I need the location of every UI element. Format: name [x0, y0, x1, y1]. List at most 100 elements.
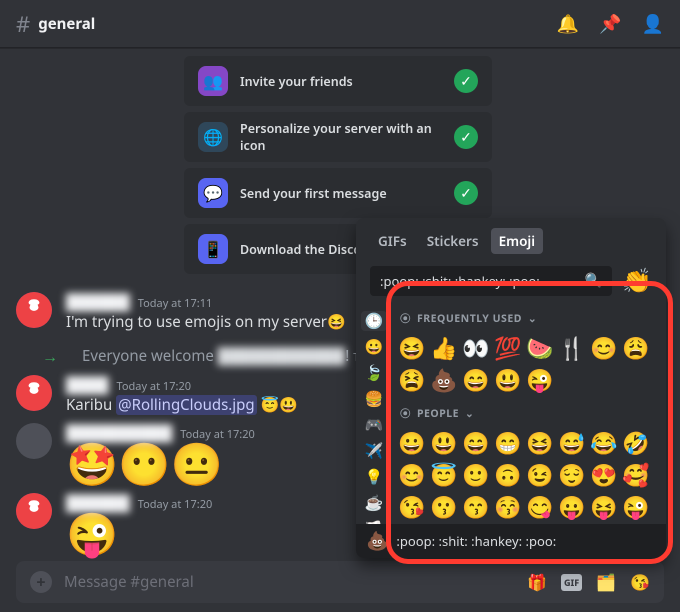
picker-category[interactable]: 🎮	[361, 415, 387, 435]
picker-tab-emoji[interactable]: Emoji	[491, 228, 543, 254]
check-icon: ✓	[454, 181, 478, 205]
mention[interactable]: @RollingClouds.jpg	[116, 395, 256, 415]
picker-category[interactable]: 💡	[361, 467, 387, 487]
onboarding-icon: 📱	[198, 234, 228, 264]
onboarding-label: Send your first message	[240, 185, 442, 202]
emoji-option[interactable]: 😆	[524, 427, 556, 459]
attach-icon[interactable]: +	[30, 571, 52, 593]
emoji-option[interactable]: 😃	[428, 427, 460, 459]
picker-category[interactable]: 🍔	[361, 389, 387, 409]
onboarding-icon: 💬	[198, 178, 228, 208]
check-icon: ✓	[454, 69, 478, 93]
emoji-option[interactable]: 👍	[428, 332, 460, 364]
picker-search-row: 🔍 👏	[356, 258, 666, 303]
emoji-option[interactable]: 🍴	[556, 332, 588, 364]
message-input-bar[interactable]: + 🎁 GIF 🗂️ 😘	[16, 561, 664, 603]
timestamp: Today at 17:20	[117, 379, 192, 394]
channel-header: # general 🔔 📌 👤	[0, 0, 680, 48]
onboarding-card[interactable]: 🌐 Personalize your server with an icon ✓	[184, 112, 492, 162]
picker-category[interactable]: 🍃	[361, 363, 387, 383]
avatar[interactable]	[16, 493, 52, 529]
username[interactable]: ██████████	[66, 423, 172, 443]
picker-section-header[interactable]: ⦿ Frequently Used ⌄	[394, 307, 664, 330]
onboarding-label: Personalize your server with an icon	[240, 120, 442, 154]
emoji-option[interactable]: 🍉	[524, 332, 556, 364]
emoji-option[interactable]: 👀	[460, 332, 492, 364]
emoji-option[interactable]: 😍	[588, 459, 620, 491]
onboarding-card[interactable]: 👥 Invite your friends ✓	[184, 56, 492, 106]
emoji-option[interactable]: 😘	[396, 491, 428, 523]
emoji-option[interactable]: 😝	[588, 491, 620, 523]
emoji-option[interactable]: 🥰	[620, 459, 652, 491]
picker-tab-gifs[interactable]: GIFs	[370, 228, 415, 254]
emoji-option[interactable]: 😄	[460, 364, 492, 396]
onboarding-card[interactable]: 💬 Send your first message ✓	[184, 168, 492, 218]
picker-search-box[interactable]: 🔍	[370, 266, 612, 296]
emoji-option[interactable]: 🧐	[460, 523, 492, 524]
pin-icon[interactable]: 📌	[599, 12, 621, 36]
emoji-option[interactable]: 😁	[492, 427, 524, 459]
avatar[interactable]	[16, 423, 52, 459]
bell-icon[interactable]: 🔔	[557, 12, 579, 36]
picker-tabs: GIFsStickersEmoji	[356, 218, 666, 258]
picker-selected-preview: 👏	[622, 264, 652, 297]
emoji-option[interactable]: 😗	[428, 491, 460, 523]
emoji-option[interactable]: 🤨	[428, 523, 460, 524]
emoji-option[interactable]: 😄	[460, 427, 492, 459]
emoji-icon[interactable]: 😘	[630, 571, 650, 593]
avatar[interactable]	[16, 375, 52, 411]
emoji-picker: GIFsStickersEmoji 🔍 👏 🕒 😀 🍃 🍔 🎮 ✈️ 💡 ☕ 🏳️ ⦿ Freq…	[356, 218, 666, 558]
emoji-option[interactable]: 💩	[428, 364, 460, 396]
timestamp: Today at 17:11	[138, 296, 213, 311]
emoji-option[interactable]: 💯	[492, 332, 524, 364]
avatar[interactable]	[16, 292, 52, 328]
picker-footer-emoji: 💩	[366, 529, 388, 553]
emoji-option[interactable]: 😜	[620, 491, 652, 523]
gif-icon[interactable]: GIF	[561, 574, 582, 591]
emoji-option[interactable]: 😎	[524, 523, 556, 524]
username[interactable]: ██████	[66, 493, 130, 513]
emoji-option[interactable]: 😩	[620, 332, 652, 364]
picker-section-header[interactable]: ⦿ People ⌄	[394, 402, 664, 425]
gift-icon[interactable]: 🎁	[527, 571, 547, 593]
picker-category[interactable]: 🏳️	[361, 519, 387, 524]
emoji-option[interactable]: 🙃	[492, 459, 524, 491]
emoji-option[interactable]: 😅	[556, 427, 588, 459]
emoji-option[interactable]: 😏	[620, 523, 652, 524]
search-icon: 🔍	[585, 271, 602, 290]
emoji-option[interactable]: 🤣	[620, 427, 652, 459]
sticker-icon[interactable]: 🗂️	[596, 571, 616, 593]
picker-search-input[interactable]	[380, 272, 585, 290]
emoji-option[interactable]: 😚	[492, 491, 524, 523]
emoji-option[interactable]: 🥳	[588, 523, 620, 524]
username[interactable]: ██████	[66, 292, 130, 312]
emoji-option[interactable]: 😊	[588, 332, 620, 364]
message-input-area: + 🎁 GIF 🗂️ 😘	[0, 560, 680, 612]
emoji-option[interactable]: 😆	[396, 332, 428, 364]
emoji-option[interactable]: 🙂	[460, 459, 492, 491]
picker-footer: 💩 :poop: :shit: :hankey: :poo:	[356, 524, 666, 558]
picker-category[interactable]: ☕	[361, 493, 387, 513]
emoji-option[interactable]: 😙	[460, 491, 492, 523]
emoji-option[interactable]: 🤩	[556, 523, 588, 524]
picker-category[interactable]: ✈️	[361, 441, 387, 461]
emoji-option[interactable]: 😌	[556, 459, 588, 491]
emoji-option[interactable]: 😇	[428, 459, 460, 491]
picker-category[interactable]: 🕒	[361, 311, 387, 331]
emoji-option[interactable]: 😉	[524, 459, 556, 491]
emoji-option[interactable]: 🤓	[492, 523, 524, 524]
message-input[interactable]	[64, 572, 515, 592]
picker-category[interactable]: 😀	[361, 337, 387, 357]
username[interactable]: ████	[66, 375, 109, 395]
emoji-option[interactable]: 😊	[396, 459, 428, 491]
emoji-option[interactable]: 😋	[524, 491, 556, 523]
members-icon[interactable]: 👤	[642, 12, 664, 36]
emoji-option[interactable]: 😃	[492, 364, 524, 396]
emoji-option[interactable]: 😛	[556, 491, 588, 523]
emoji-option[interactable]: 😀	[396, 427, 428, 459]
emoji-option[interactable]: 😂	[588, 427, 620, 459]
emoji-option[interactable]: 🤪	[396, 523, 428, 524]
emoji-option[interactable]: 😫	[396, 364, 428, 396]
picker-tab-stickers[interactable]: Stickers	[419, 228, 487, 254]
emoji-option[interactable]: 😜	[524, 364, 556, 396]
